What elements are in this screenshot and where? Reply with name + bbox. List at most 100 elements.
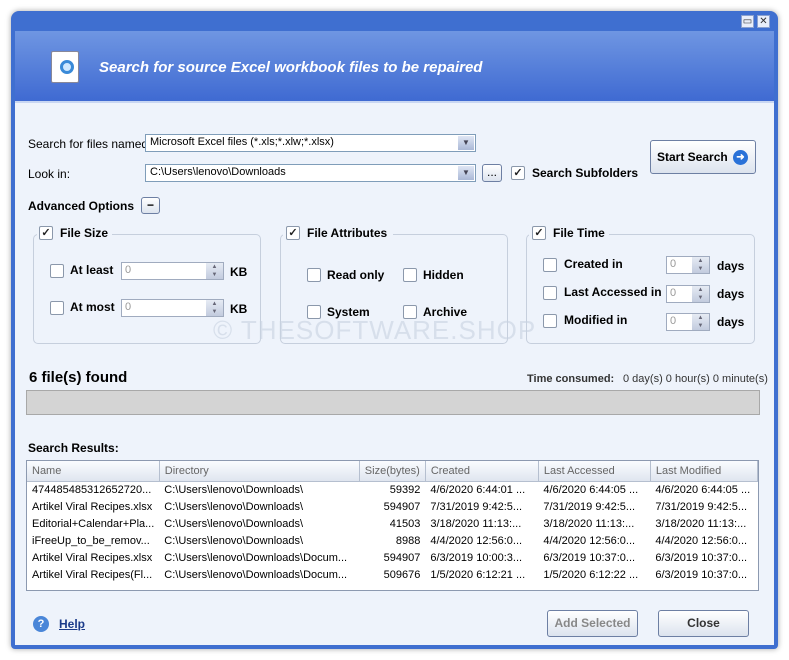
table-cell: 3/18/2020 11:13:...	[543, 517, 635, 530]
column-header-directory[interactable]: Directory	[159, 461, 360, 482]
table-cell: 594907	[383, 551, 421, 564]
at-most-label: At most	[70, 300, 115, 314]
table-cell: 509676	[383, 568, 421, 581]
table-cell: 7/31/2019 9:42:5...	[543, 500, 636, 513]
table-cell: 4/6/2020 6:44:05 ...	[543, 483, 639, 496]
table-cell: 474485485312652720...	[32, 483, 152, 496]
table-cell: 6/3/2019 10:37:0...	[543, 551, 636, 564]
table-cell: C:\Users\lenovo\Downloads\	[164, 534, 304, 547]
days-unit: days	[717, 259, 745, 273]
file-attributes-checkbox[interactable]: ✓	[286, 226, 300, 240]
spinner-arrows-icon[interactable]: ▲ ▼	[692, 314, 709, 330]
last-accessed-input[interactable]: 0 ▲ ▼	[666, 285, 710, 303]
table-cell: 8988	[395, 534, 421, 547]
table-cell: iFreeUp_to_be_remov...	[32, 534, 150, 547]
help-link[interactable]: Help	[59, 617, 85, 631]
modified-in-checkbox[interactable]	[543, 314, 557, 328]
spinner-arrows-icon[interactable]: ▲ ▼	[692, 286, 709, 302]
at-most-value: 0	[125, 301, 132, 313]
column-header-name[interactable]: Name	[27, 461, 160, 482]
help-icon[interactable]: ?	[33, 616, 49, 632]
table-cell: 1/5/2020 6:12:21 ...	[430, 568, 526, 581]
search-document-icon	[51, 51, 79, 83]
chevron-down-icon[interactable]: ▼	[458, 136, 474, 150]
search-subfolders-checkbox[interactable]: ✓	[511, 166, 525, 180]
table-cell: 594907	[383, 500, 421, 513]
table-cell: 4/6/2020 6:44:05 ...	[655, 483, 751, 496]
table-cell: 3/18/2020 11:13:...	[655, 517, 747, 530]
chevron-down-icon[interactable]: ▼	[458, 166, 474, 180]
file-size-checkbox[interactable]: ✓	[39, 226, 53, 240]
at-least-checkbox[interactable]	[50, 264, 64, 278]
table-cell: 59392	[389, 483, 421, 496]
days-unit: days	[717, 287, 745, 301]
file-attributes-title: File Attributes	[307, 226, 388, 240]
spinner-arrows-icon[interactable]: ▲ ▼	[206, 263, 223, 279]
start-search-button[interactable]: Start Search ➜	[650, 140, 756, 174]
look-in-select[interactable]: C:\Users\lenovo\Downloads ▼	[145, 164, 476, 182]
close-button[interactable]: Close	[658, 610, 749, 637]
last-accessed-label: Last Accessed in	[564, 285, 662, 299]
column-header-last-modified[interactable]: Last Modified	[650, 461, 758, 482]
modified-in-input[interactable]: 0 ▲ ▼	[666, 313, 710, 331]
table-row[interactable]: Editorial+Calendar+Pla... C:\Users\lenovo…	[27, 515, 758, 532]
spinner-arrows-icon[interactable]: ▲ ▼	[206, 300, 223, 316]
maximize-button[interactable]: ▭	[741, 15, 754, 28]
at-least-value: 0	[125, 264, 132, 276]
table-row[interactable]: 474485485312652720... C:\Users\lenovo\Dow…	[27, 481, 758, 498]
add-selected-button[interactable]: Add Selected	[547, 610, 638, 637]
table-cell: 4/4/2020 12:56:0...	[655, 534, 748, 547]
collapse-advanced-button[interactable]: −	[141, 197, 160, 214]
table-row[interactable]: iFreeUp_to_be_remov... C:\Users\lenovo\Do…	[27, 532, 758, 549]
file-time-checkbox[interactable]: ✓	[532, 226, 546, 240]
table-cell: 1/5/2020 6:12:22 ...	[543, 568, 639, 581]
arrow-right-icon: ➜	[733, 150, 748, 165]
table-row[interactable]: Artikel Viral Recipes.xlsx C:\Users\lenov…	[27, 549, 758, 566]
spinner-arrows-icon[interactable]: ▲ ▼	[692, 257, 709, 273]
read-only-checkbox[interactable]	[307, 268, 321, 282]
created-in-value: 0	[670, 258, 677, 270]
at-least-input[interactable]: 0 ▲ ▼	[121, 262, 224, 280]
time-consumed-label: Time consumed:	[527, 373, 615, 385]
column-header-created[interactable]: Created	[425, 461, 539, 482]
last-accessed-checkbox[interactable]	[543, 286, 557, 300]
progress-bar	[26, 390, 760, 415]
table-cell: Artikel Viral Recipes(Fl...	[32, 568, 153, 581]
table-cell: Artikel Viral Recipes.xlsx	[32, 500, 153, 513]
table-cell: 6/3/2019 10:00:3...	[430, 551, 523, 564]
table-cell: C:\Users\lenovo\Downloads\Docum...	[164, 568, 348, 581]
table-cell: Artikel Viral Recipes.xlsx	[32, 551, 153, 564]
time-consumed-value: 0 day(s) 0 hour(s) 0 minute(s)	[623, 373, 768, 385]
modified-in-value: 0	[670, 315, 677, 327]
results-table[interactable]: Name Directory Size(bytes) Created Last …	[26, 460, 759, 591]
browse-button[interactable]: ...	[482, 164, 502, 182]
dialog-client: Search for source Excel workbook files t…	[15, 31, 774, 645]
table-cell: 6/3/2019 10:37:0...	[655, 568, 748, 581]
table-cell: 41503	[389, 517, 421, 530]
modified-in-label: Modified in	[564, 313, 628, 327]
file-type-select[interactable]: Microsoft Excel files (*.xls;*.xlw;*.xls…	[145, 134, 476, 152]
at-most-checkbox[interactable]	[50, 301, 64, 315]
table-cell: 4/6/2020 6:44:01 ...	[430, 483, 526, 496]
kb-unit: KB	[230, 265, 248, 279]
dialog-window: ▭ ✕ Search for source Excel workbook fil…	[11, 11, 778, 649]
file-time-title: File Time	[553, 226, 605, 240]
table-row[interactable]: Artikel Viral Recipes.xlsx C:\Users\lenov…	[27, 498, 758, 515]
created-in-input[interactable]: 0 ▲ ▼	[666, 256, 710, 274]
close-window-button[interactable]: ✕	[757, 15, 770, 28]
search-subfolders-label: Search Subfolders	[532, 166, 639, 180]
column-header-size[interactable]: Size(bytes)	[359, 461, 426, 482]
look-in-label: Look in:	[28, 167, 71, 181]
page-title: Search for source Excel workbook files t…	[99, 59, 483, 76]
table-cell: 7/31/2019 9:42:5...	[430, 500, 523, 513]
table-cell: 6/3/2019 10:37:0...	[655, 551, 748, 564]
created-in-label: Created in	[564, 257, 623, 271]
column-header-last-accessed[interactable]: Last Accessed	[538, 461, 651, 482]
header-banner: Search for source Excel workbook files t…	[15, 31, 774, 103]
at-most-input[interactable]: 0 ▲ ▼	[121, 299, 224, 317]
table-row[interactable]: Artikel Viral Recipes(Fl... C:\Users\leno…	[27, 566, 758, 583]
hidden-checkbox[interactable]	[403, 268, 417, 282]
created-in-checkbox[interactable]	[543, 258, 557, 272]
files-found-count: 6 file(s) found	[29, 369, 128, 386]
read-only-label: Read only	[327, 268, 385, 282]
